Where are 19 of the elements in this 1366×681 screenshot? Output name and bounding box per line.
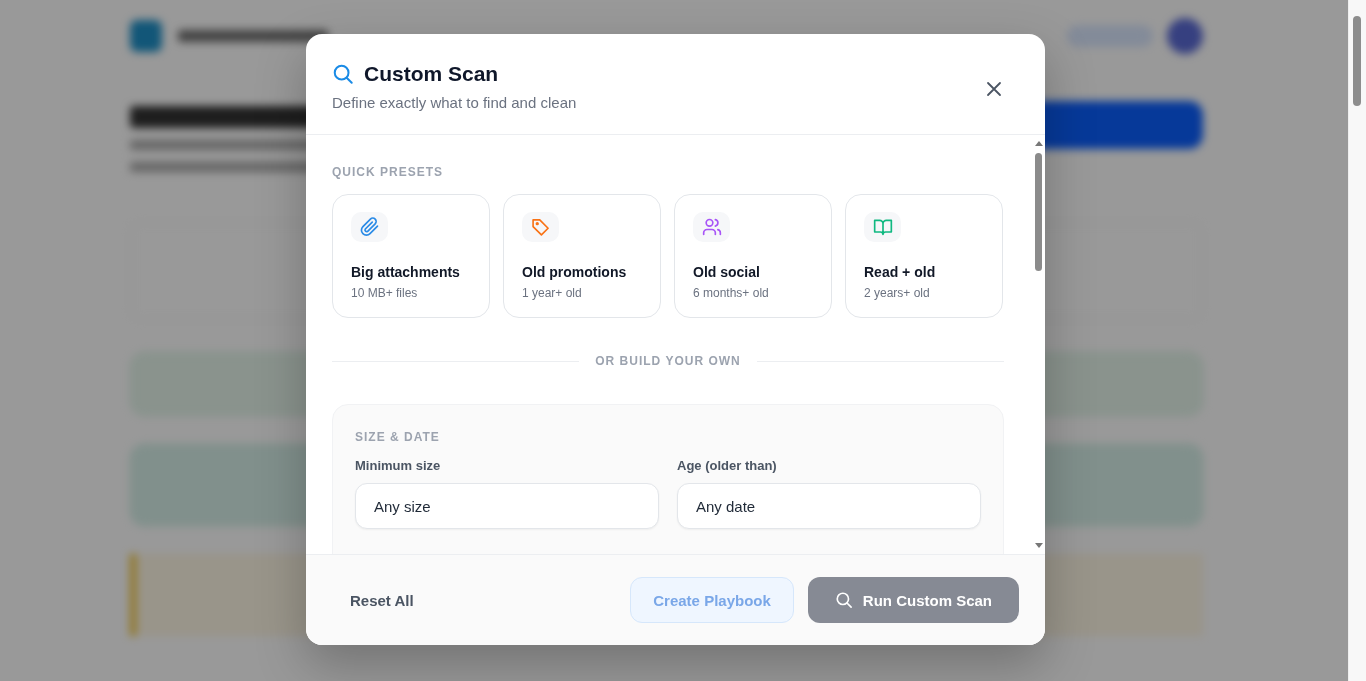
- select-field[interactable]: Any date: [677, 483, 981, 529]
- search-icon: [834, 591, 853, 609]
- field-label: Minimum size: [355, 458, 442, 473]
- section-caption: SIZE & DATE: [355, 430, 441, 444]
- section-caption: QUICK PRESETS: [332, 165, 444, 179]
- search-icon: [332, 63, 354, 85]
- dialog-subtitle: Define exactly what to find and clean: [332, 94, 577, 111]
- page-scrollbar[interactable]: [1348, 0, 1366, 681]
- close-icon: [986, 81, 1002, 97]
- preset-card[interactable]: Old promotions 1 year+ old: [503, 194, 661, 318]
- preset-card[interactable]: Read + old 2 years+ old: [845, 194, 1003, 318]
- reset-button[interactable]: Reset All: [332, 577, 432, 623]
- field-label: Age (older than): [677, 458, 778, 473]
- preset-card[interactable]: Old social 6 months+ old: [674, 194, 832, 318]
- preset-card[interactable]: Big attachments 10 MB+ files: [332, 194, 490, 318]
- divider-label: OR BUILD YOUR OWN: [595, 354, 741, 368]
- select-field[interactable]: Any size: [355, 483, 659, 529]
- dialog-scrollbar[interactable]: [1033, 135, 1045, 554]
- dialog-title: Custom Scan: [364, 62, 499, 86]
